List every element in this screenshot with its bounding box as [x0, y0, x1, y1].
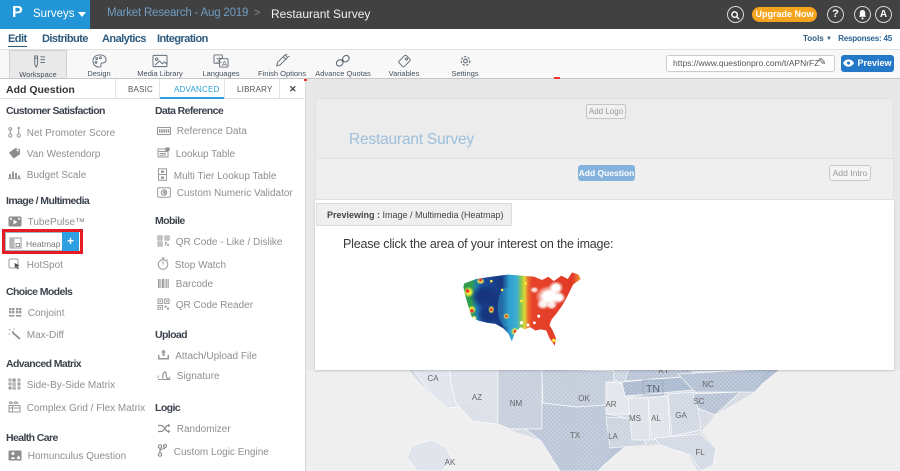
svg-text:CA: CA	[427, 374, 439, 383]
svg-text:NM: NM	[510, 399, 523, 408]
svg-text:GA: GA	[675, 411, 687, 420]
svg-text:TX: TX	[570, 431, 581, 440]
svg-text:TN: TN	[646, 383, 660, 395]
svg-text:AK: AK	[445, 458, 456, 467]
svg-text:AZ: AZ	[472, 393, 482, 402]
svg-text:AL: AL	[651, 414, 661, 423]
svg-text:FL: FL	[695, 448, 705, 457]
svg-text:KY: KY	[659, 370, 670, 375]
svg-text:✱: ✱	[162, 190, 167, 197]
svg-text:AR: AR	[605, 400, 616, 409]
svg-text:NC: NC	[702, 380, 714, 389]
svg-text:A: A	[222, 59, 227, 68]
svg-text:SC: SC	[693, 397, 704, 406]
svg-text:LA: LA	[608, 432, 618, 441]
svg-text:MS: MS	[629, 414, 641, 423]
svg-text:OK: OK	[578, 394, 590, 403]
